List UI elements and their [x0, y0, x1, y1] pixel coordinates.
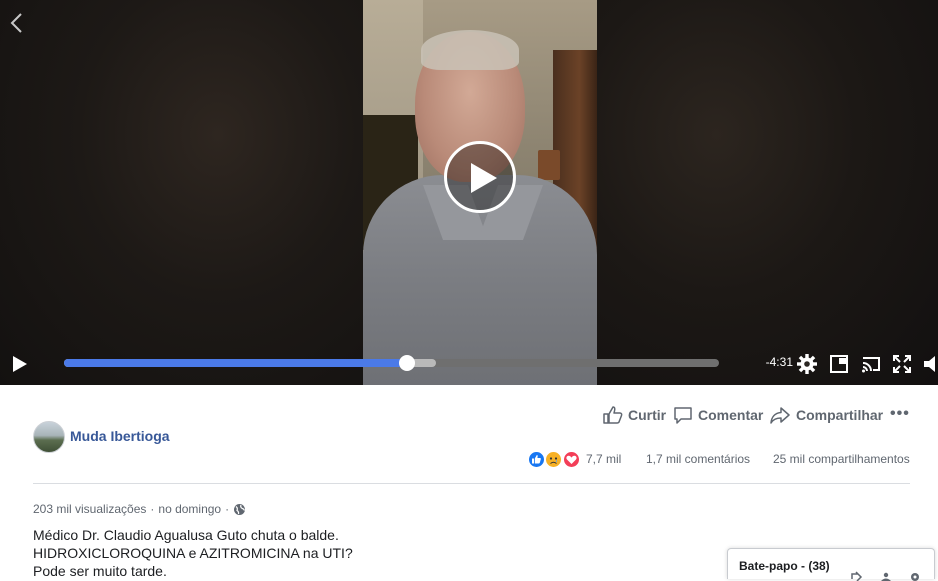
shares-count-link[interactable]: 25 mil compartilhamentos: [773, 452, 910, 466]
share-label: Compartilhar: [796, 407, 884, 423]
share-arrow-icon: [770, 407, 790, 424]
more-options-icon[interactable]: •••: [890, 405, 910, 423]
chat-label: Bate-papo - (38): [739, 559, 830, 573]
post-description: Médico Dr. Claudio Agualusa Guto chuta o…: [33, 526, 353, 580]
description-line: Médico Dr. Claudio Agualusa Guto chuta o…: [33, 527, 339, 543]
sad-reaction-icon: [544, 450, 563, 469]
divider: [33, 483, 910, 484]
back-chevron-icon[interactable]: [8, 12, 26, 34]
play-button[interactable]: [10, 354, 30, 374]
avatar[interactable]: [33, 421, 65, 453]
reactions-icons[interactable]: [527, 450, 583, 470]
time-remaining: -4:31: [765, 355, 793, 369]
comment-label: Comentar: [698, 407, 764, 423]
settings-gear-icon[interactable]: [796, 353, 818, 375]
volume-icon[interactable]: [922, 353, 938, 375]
video-pillarbox-left: [0, 0, 363, 385]
progress-played: [64, 359, 407, 367]
chat-toolbar-icons[interactable]: [850, 571, 930, 581]
like-label: Curtir: [628, 407, 667, 423]
video-pillarbox-right: [597, 0, 938, 385]
description-line: HIDROXICLOROQUINA e AZITROMICINA na UTI?: [33, 545, 353, 561]
fullscreen-icon[interactable]: [891, 353, 913, 375]
description-line: Pode ser muito tarde.: [33, 563, 167, 579]
reaction-count[interactable]: 7,7 mil: [586, 452, 621, 466]
comment-button[interactable]: Comentar: [673, 405, 763, 425]
cast-icon[interactable]: [860, 353, 882, 375]
separator: ·: [150, 502, 155, 516]
center-play-button[interactable]: [444, 141, 516, 213]
comment-bubble-icon: [674, 407, 692, 424]
globe-icon: [234, 503, 246, 515]
play-icon: [13, 356, 27, 372]
view-count: 203 mil visualizações: [33, 502, 147, 516]
love-reaction-icon: [562, 450, 581, 469]
like-button[interactable]: Curtir: [603, 405, 666, 425]
play-icon: [471, 163, 497, 193]
progress-scrubber-handle[interactable]: [398, 355, 415, 371]
share-button[interactable]: Compartilhar: [769, 405, 883, 425]
comments-count-link[interactable]: 1,7 mil comentários: [646, 452, 750, 466]
progress-bar[interactable]: [64, 355, 719, 371]
page-name-link[interactable]: Muda Ibertioga: [70, 428, 170, 444]
post-timestamp[interactable]: no domingo: [158, 502, 221, 516]
separator: ·: [225, 502, 230, 516]
video-controls: -4:31: [0, 345, 938, 385]
thumbs-up-icon: [603, 406, 623, 424]
miniplayer-icon[interactable]: [828, 353, 850, 375]
post-meta: 203 mil visualizações · no domingo ·: [33, 502, 246, 516]
video-player[interactable]: -4:31: [0, 0, 938, 385]
chat-tab[interactable]: Bate-papo - (38): [727, 548, 935, 581]
